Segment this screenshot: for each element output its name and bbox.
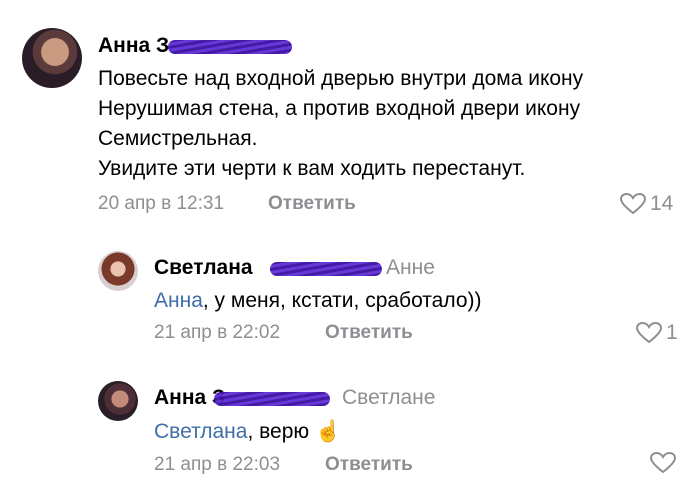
like-count: 14 [650,192,674,215]
comment-text-line: Семистрельная. [98,127,258,150]
comment-text-body: , у меня, кстати, сработало)) [202,289,482,312]
comment-text: Светлана, верю ☝️ [154,417,341,446]
like-count: 1 [666,321,678,344]
heart-outline-icon [636,322,662,344]
redaction-scribble [214,392,330,406]
comment-text: Анна, у меня, кстати, сработало)) [154,286,482,315]
comment-timestamp: 21 апр в 22:02 [154,322,281,343]
redaction-scribble [270,262,382,276]
reply-to-label[interactable]: Светлане [342,386,435,410]
redaction-scribble [168,40,292,54]
reply-to-label[interactable]: Анне [386,256,435,280]
comment-text-line: Повесьте над входной дверью внутри дома … [98,67,584,90]
comment-timestamp: 20 апр в 12:31 [98,193,225,214]
reply-button[interactable]: Ответить [325,322,413,344]
avatar[interactable] [98,251,138,291]
mention-link[interactable]: Анна [154,289,203,312]
heart-outline-icon [620,193,646,215]
comment-text-line: Увидите эти черти к вам ходить перестану… [98,157,526,180]
comment-text-line: Нерушимая стена, а против входной двери … [98,97,581,120]
avatar[interactable] [98,381,138,421]
reply-button[interactable]: Ответить [325,454,413,476]
like-button[interactable]: 14 [620,192,673,216]
comment-author[interactable]: Анна З [98,34,169,58]
reply-button[interactable]: Ответить [268,193,356,215]
like-button[interactable]: 1 [636,321,678,345]
like-button[interactable] [650,452,680,474]
pointing-up-emoji: ☝️ [314,420,342,443]
comment-text-body: , верю [247,420,315,443]
comment-timestamp: 21 апр в 22:03 [154,454,281,475]
comment-author[interactable]: Светлана [154,256,253,280]
mention-link[interactable]: Светлана [154,420,247,443]
heart-outline-icon [650,452,676,474]
avatar[interactable] [22,28,82,88]
